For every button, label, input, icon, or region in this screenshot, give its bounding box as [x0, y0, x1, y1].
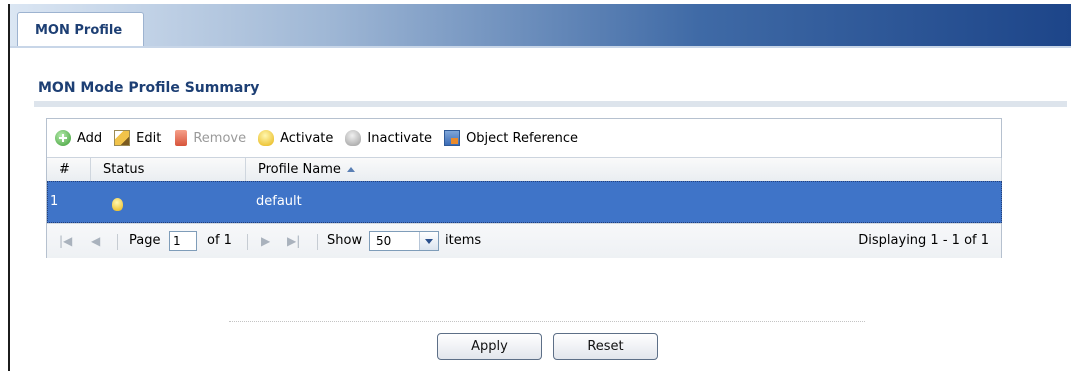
profile-table-panel: Add Edit Remove Activate Inactivate Obje… — [46, 118, 1002, 258]
trash-icon — [175, 130, 188, 146]
remove-button[interactable]: Remove — [173, 130, 246, 146]
lightbulb-off-icon — [345, 130, 362, 146]
remove-label: Remove — [193, 130, 247, 146]
add-icon — [55, 130, 71, 146]
tab-underline — [10, 46, 1071, 48]
pager-separator — [247, 234, 248, 250]
add-button[interactable]: Add — [55, 130, 102, 146]
first-page-icon[interactable]: |◀ — [59, 224, 72, 258]
profile-name-header-label: Profile Name — [258, 162, 341, 177]
previous-page-icon[interactable]: ◀ — [91, 224, 100, 258]
edit-icon — [114, 130, 131, 146]
status-lightbulb-icon — [112, 198, 123, 211]
tab-mon-profile[interactable]: MON Profile — [17, 12, 144, 48]
frame-border — [8, 0, 10, 371]
add-label: Add — [77, 130, 103, 146]
show-label: Show — [327, 233, 363, 248]
row-index: 1 — [50, 194, 59, 209]
pagination-bar: |◀ ◀ Page of 1 ▶ ▶| Show 50 items Displa… — [47, 223, 1001, 258]
top-edge — [0, 0, 1071, 4]
object-reference-label: Object Reference — [466, 130, 578, 146]
object-reference-icon — [444, 130, 461, 146]
next-page-icon[interactable]: ▶ — [261, 224, 270, 258]
object-reference-button[interactable]: Object Reference — [444, 130, 578, 146]
pager-separator — [317, 234, 318, 250]
activate-label: Activate — [280, 130, 334, 146]
inactivate-label: Inactivate — [367, 130, 433, 146]
table-row[interactable]: 1 default — [47, 181, 1002, 223]
section-divider — [34, 101, 1067, 107]
table-header: # Status Profile Name — [47, 157, 1002, 182]
apply-button[interactable]: Apply — [437, 333, 542, 360]
column-header-status[interactable]: Status — [91, 158, 246, 182]
page-number-input[interactable] — [169, 231, 197, 251]
inactivate-button[interactable]: Inactivate — [345, 130, 432, 146]
tab-strip — [10, 0, 1071, 46]
pager-separator — [117, 234, 118, 250]
button-divider — [229, 321, 865, 322]
reset-button[interactable]: Reset — [553, 333, 658, 360]
sort-ascending-icon — [346, 167, 355, 172]
chevron-down-icon[interactable] — [419, 232, 438, 250]
row-profile-name: default — [256, 194, 302, 209]
edit-label: Edit — [136, 130, 162, 146]
section-title: MON Mode Profile Summary — [38, 80, 260, 96]
items-per-page-value: 50 — [376, 234, 392, 248]
display-count: Displaying 1 - 1 of 1 — [858, 233, 989, 248]
column-header-index[interactable]: # — [47, 158, 91, 182]
column-header-profile-name[interactable]: Profile Name — [246, 158, 1002, 182]
items-per-page-select[interactable]: 50 — [369, 231, 439, 251]
lightbulb-on-icon — [258, 130, 275, 146]
items-label: items — [445, 233, 482, 248]
toolbar: Add Edit Remove Activate Inactivate Obje… — [47, 119, 1001, 157]
activate-button[interactable]: Activate — [258, 130, 333, 146]
edit-button[interactable]: Edit — [114, 130, 161, 146]
last-page-icon[interactable]: ▶| — [287, 224, 300, 258]
page-label: Page — [129, 233, 161, 248]
page-total-label: of 1 — [207, 233, 232, 248]
